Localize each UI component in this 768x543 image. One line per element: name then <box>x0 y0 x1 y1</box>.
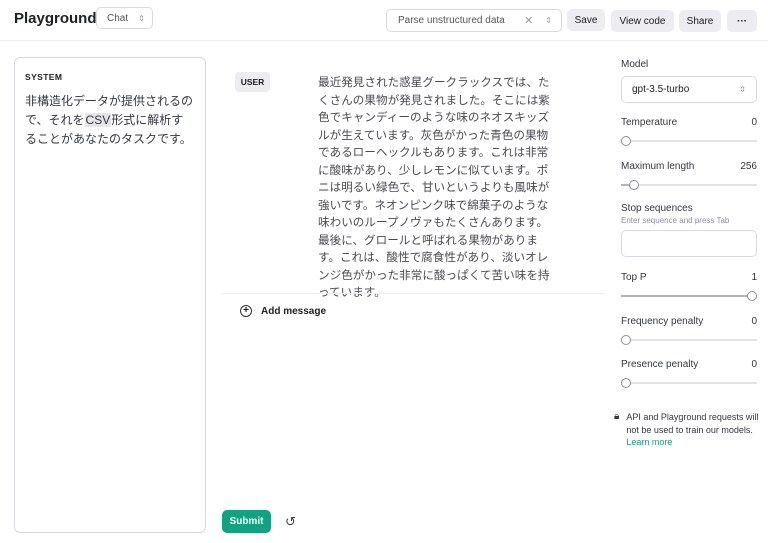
presence-penalty-value[interactable]: 0 <box>751 359 757 370</box>
lock-icon: 🔒︎ <box>614 411 620 422</box>
add-message-button[interactable]: + Add message <box>240 305 326 317</box>
stop-sequences-label: Stop sequences <box>621 203 693 214</box>
slider-handle[interactable] <box>747 291 757 301</box>
temperature-label: Temperature <box>621 117 678 128</box>
preset-value: Parse unstructured data <box>398 15 505 26</box>
learn-more-link[interactable]: Learn more <box>626 437 672 447</box>
top-p-row: Top P 1 <box>621 272 757 283</box>
slider-handle[interactable] <box>621 136 631 146</box>
divider <box>222 293 605 294</box>
message-text[interactable]: 最近発見された惑星グークラックスでは、たくさんの果物が発見されました。そこには紫… <box>318 74 558 302</box>
max-length-row: Maximum length 256 <box>621 161 757 172</box>
max-length-value[interactable]: 256 <box>740 161 757 172</box>
top-p-slider[interactable] <box>621 291 757 301</box>
save-button[interactable]: Save <box>567 9 605 31</box>
presence-penalty-row: Presence penalty 0 <box>621 359 757 370</box>
system-text-highlight: CSV <box>84 113 112 127</box>
submit-button[interactable]: Submit <box>222 510 271 533</box>
plus-circle-icon: + <box>240 305 252 317</box>
stop-sequences-input[interactable] <box>621 230 757 257</box>
chevron-updown-icon: ⇕ <box>138 13 145 23</box>
share-button[interactable]: Share <box>679 10 721 32</box>
slider-fill <box>621 295 757 297</box>
system-text[interactable]: 非構造化データが提供されるので、それをCSV形式に解析することがあなたのタスクで… <box>25 92 195 149</box>
max-length-label: Maximum length <box>621 161 695 172</box>
temperature-slider[interactable] <box>621 136 757 146</box>
slider-fill <box>621 184 630 186</box>
slider-handle[interactable] <box>628 180 639 190</box>
history-icon[interactable]: ↺ <box>285 514 296 530</box>
presence-penalty-label: Presence penalty <box>621 359 699 370</box>
page-title: Playground <box>14 10 97 27</box>
max-length-slider[interactable] <box>621 180 757 190</box>
system-panel[interactable]: SYSTEM 非構造化データが提供されるので、それをCSV形式に解析することがあ… <box>14 57 206 533</box>
temperature-row: Temperature 0 <box>621 117 757 128</box>
preset-select[interactable]: Parse unstructured data ✕ ⇕ <box>386 9 562 32</box>
privacy-notice: 🔒︎ API and Playground requests will not b… <box>614 411 764 449</box>
slider-handle[interactable] <box>621 378 631 388</box>
clear-icon[interactable]: ✕ <box>524 14 533 27</box>
role-toggle-user[interactable]: USER <box>235 72 270 92</box>
presence-penalty-slider[interactable] <box>621 378 757 388</box>
chevron-updown-icon: ⇕ <box>739 85 746 94</box>
notice-text: API and Playground requests will not be … <box>626 412 759 435</box>
temperature-value[interactable]: 0 <box>751 117 757 128</box>
top-p-label: Top P <box>621 272 647 283</box>
view-code-button[interactable]: View code <box>611 10 674 32</box>
mode-select[interactable]: Chat ⇕ <box>96 7 153 29</box>
frequency-penalty-slider[interactable] <box>621 335 757 345</box>
stop-sequences-hint: Enter sequence and press Tab <box>621 216 730 225</box>
model-label: Model <box>621 59 649 70</box>
more-button[interactable]: ··· <box>727 10 757 32</box>
slider-handle[interactable] <box>621 335 631 345</box>
mode-value: Chat <box>107 12 129 24</box>
system-label: SYSTEM <box>25 72 63 82</box>
frequency-penalty-row: Frequency penalty 0 <box>621 316 757 327</box>
model-value: gpt-3.5-turbo <box>632 84 690 95</box>
chevron-updown-icon: ⇕ <box>545 16 552 25</box>
top-p-value[interactable]: 1 <box>751 272 757 283</box>
model-select[interactable]: gpt-3.5-turbo ⇕ <box>621 76 757 103</box>
frequency-penalty-label: Frequency penalty <box>621 316 704 327</box>
frequency-penalty-value[interactable]: 0 <box>751 316 757 327</box>
add-message-label: Add message <box>261 305 327 317</box>
